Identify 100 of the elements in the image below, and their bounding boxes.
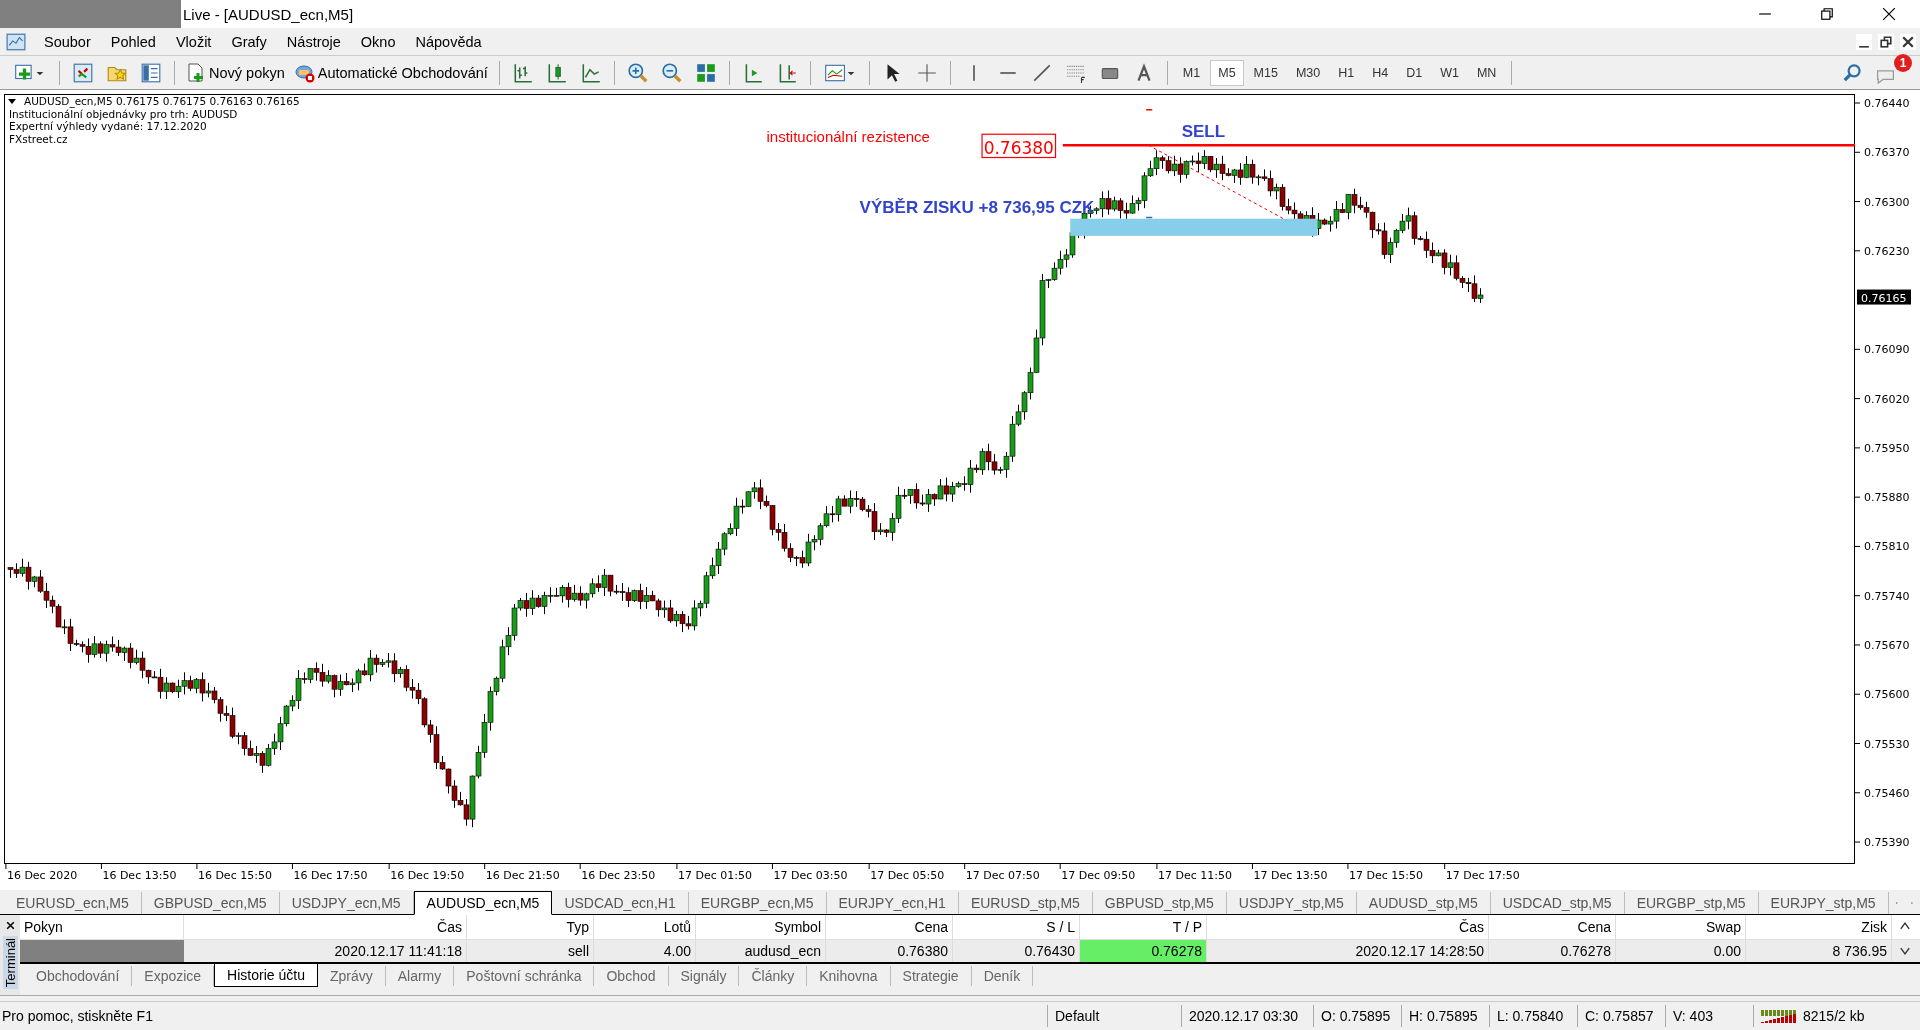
- chart-tab[interactable]: AUDUSD_ecn,M5: [413, 891, 553, 915]
- terminal-tab[interactable]: Poštovní schránka: [454, 966, 595, 986]
- zoom-out-icon[interactable]: [660, 61, 683, 84]
- chart-tab[interactable]: EURJPY_ecn,H1: [826, 892, 959, 914]
- chart-tab[interactable]: AUDUSD_stp,M5: [1356, 892, 1491, 914]
- navigator-icon[interactable]: [140, 61, 162, 84]
- column-header[interactable]: Cena: [1489, 915, 1616, 939]
- column-header[interactable]: Čas: [184, 915, 467, 939]
- chart-tab[interactable]: EURJPY_stp,M5: [1758, 892, 1889, 914]
- time-axis-label: 17 Dec 07:50: [965, 869, 1040, 882]
- sell-label: SELL: [1181, 121, 1226, 141]
- terminal-tab[interactable]: Strategie: [890, 966, 972, 986]
- menu-item[interactable]: Grafy: [221, 33, 277, 50]
- terminal-tab[interactable]: Historie účtu: [214, 964, 318, 987]
- time-axis-label: 17 Dec 17:50: [1445, 869, 1520, 882]
- terminal-tab[interactable]: Obchod: [594, 966, 669, 986]
- terminal-tab[interactable]: Alarmy: [385, 966, 455, 986]
- chart-info-text: Expertní výhledy vydané: 17.12.2020: [9, 120, 207, 132]
- status-open: O: 0.75895: [1314, 1005, 1402, 1027]
- menu-item[interactable]: Nástroje: [276, 33, 351, 50]
- time-axis-label: 16 Dec 2020: [6, 869, 78, 882]
- menu-item[interactable]: Okno: [350, 33, 406, 50]
- close-icon[interactable]: [1882, 7, 1896, 21]
- timeframe-button[interactable]: D1: [1398, 59, 1431, 86]
- terminal-tab[interactable]: Deník: [971, 966, 1034, 986]
- chart-info-text: AUDUSD_ecn,M5 0.76175 0.76175 0.76163 0.76165: [24, 95, 300, 107]
- column-header[interactable]: S / L: [953, 915, 1080, 939]
- timeframe-button[interactable]: H4: [1364, 59, 1397, 86]
- menu-item[interactable]: Vložit: [165, 33, 222, 50]
- terminal-tab[interactable]: Obchodování: [24, 966, 133, 986]
- chart-tab[interactable]: EURUSD_stp,M5: [958, 892, 1093, 914]
- time-axis-label: 16 Dec 17:50: [293, 869, 368, 882]
- price-axis-label: 0.76020: [1864, 392, 1910, 406]
- table-cell: 0.76380: [826, 940, 953, 962]
- price-axis-label: 0.75390: [1864, 836, 1910, 850]
- column-header[interactable]: Swap: [1616, 915, 1746, 939]
- market-watch-icon[interactable]: [72, 61, 94, 84]
- app-icon: [6, 31, 26, 52]
- tile-windows-icon[interactable]: [694, 61, 717, 84]
- timeframe-button[interactable]: M30: [1287, 59, 1329, 86]
- timeframe-button[interactable]: H1: [1330, 59, 1363, 86]
- time-axis-label: 17 Dec 03:50: [773, 869, 848, 882]
- timeframe-button[interactable]: M5: [1210, 59, 1244, 86]
- close-icon[interactable]: [4, 920, 16, 931]
- menu-item[interactable]: Soubor: [34, 33, 101, 50]
- panel-title: Terminál: [2, 936, 18, 990]
- zoom-in-icon[interactable]: [626, 61, 649, 84]
- column-header[interactable]: Typ: [467, 915, 594, 939]
- column-header[interactable]: Lotů: [594, 915, 696, 939]
- price-axis-label: 0.75670: [1864, 638, 1910, 652]
- price-axis-label: 0.75950: [1864, 441, 1910, 455]
- chart-tab[interactable]: USDCAD_stp,M5: [1490, 892, 1625, 914]
- menu-item[interactable]: Pohled: [100, 33, 166, 50]
- status-help-text: Pro pomoc, stiskněte F1: [0, 1005, 1048, 1027]
- column-header[interactable]: Symbol: [696, 915, 826, 939]
- terminal-tab[interactable]: Knihovna: [807, 966, 891, 986]
- collapse-icon[interactable]: [8, 99, 16, 104]
- column-header[interactable]: Cena: [826, 915, 953, 939]
- timeframe-button[interactable]: M1: [1174, 59, 1209, 86]
- chart-tab[interactable]: USDCAD_ecn,H1: [552, 892, 689, 914]
- timeframe-button[interactable]: MN: [1468, 59, 1505, 86]
- timeframe-button[interactable]: M15: [1245, 59, 1286, 86]
- timeframe-button[interactable]: W1: [1432, 59, 1467, 86]
- table-cell: 2020.12.17 14:28:50: [1207, 940, 1489, 962]
- search-icon[interactable]: [1842, 61, 1864, 84]
- chart-tab[interactable]: USDJPY_stp,M5: [1226, 892, 1357, 914]
- chart-tab[interactable]: EURUSD_ecn,M5: [4, 892, 142, 914]
- entry-marker: [1145, 109, 1153, 111]
- column-header[interactable]: Čas: [1207, 915, 1489, 939]
- chart-tab[interactable]: EURGBP_stp,M5: [1624, 892, 1759, 914]
- status-volume: V: 403: [1666, 1005, 1754, 1027]
- chart-tab[interactable]: USDJPY_ecn,M5: [279, 892, 414, 914]
- restore-icon[interactable]: [1820, 7, 1834, 21]
- column-header[interactable]: T / P: [1080, 915, 1207, 939]
- close-icon[interactable]: [1900, 33, 1916, 50]
- menu-item[interactable]: Nápověda: [405, 33, 492, 50]
- time-axis-label: 17 Dec 01:50: [677, 869, 752, 882]
- minimize-icon[interactable]: [1856, 33, 1872, 50]
- table-cell: 0.76278: [1080, 940, 1207, 962]
- column-header[interactable]: Pokyn: [20, 915, 184, 939]
- exit-marker: [1145, 216, 1153, 219]
- restore-icon[interactable]: [1878, 33, 1894, 50]
- terminal-tab[interactable]: Zprávy: [317, 966, 386, 986]
- column-header[interactable]: Zisk: [1746, 915, 1892, 939]
- terminal-tab[interactable]: Signály: [668, 966, 740, 986]
- price-axis-label: 0.75740: [1864, 589, 1910, 603]
- chart-tab[interactable]: GBPUSD_stp,M5: [1092, 892, 1227, 914]
- table-cell: sell: [467, 940, 594, 962]
- new-order-button[interactable]: Nový pokyn: [182, 60, 289, 85]
- chart-info-text: Institucionální objednávky pro trh: AUDUSD: [9, 107, 238, 120]
- chart-tab[interactable]: EURGBP_ecn,M5: [688, 892, 827, 914]
- table-cell: audusd_ecn: [696, 940, 826, 962]
- price-axis-label: 0.75880: [1864, 491, 1910, 505]
- auto-trading-button[interactable]: Automatické Obchodování: [290, 60, 492, 85]
- current-price-label: 0.76165: [1857, 289, 1911, 305]
- chart-tab[interactable]: GBPUSD_ecn,M5: [141, 892, 280, 914]
- time-axis-label: 16 Dec 19:50: [390, 869, 465, 882]
- terminal-tab[interactable]: Články: [739, 966, 808, 986]
- resistance-label: institucionální rezistence: [766, 127, 930, 145]
- table-cell: 0.76278: [1489, 940, 1616, 962]
